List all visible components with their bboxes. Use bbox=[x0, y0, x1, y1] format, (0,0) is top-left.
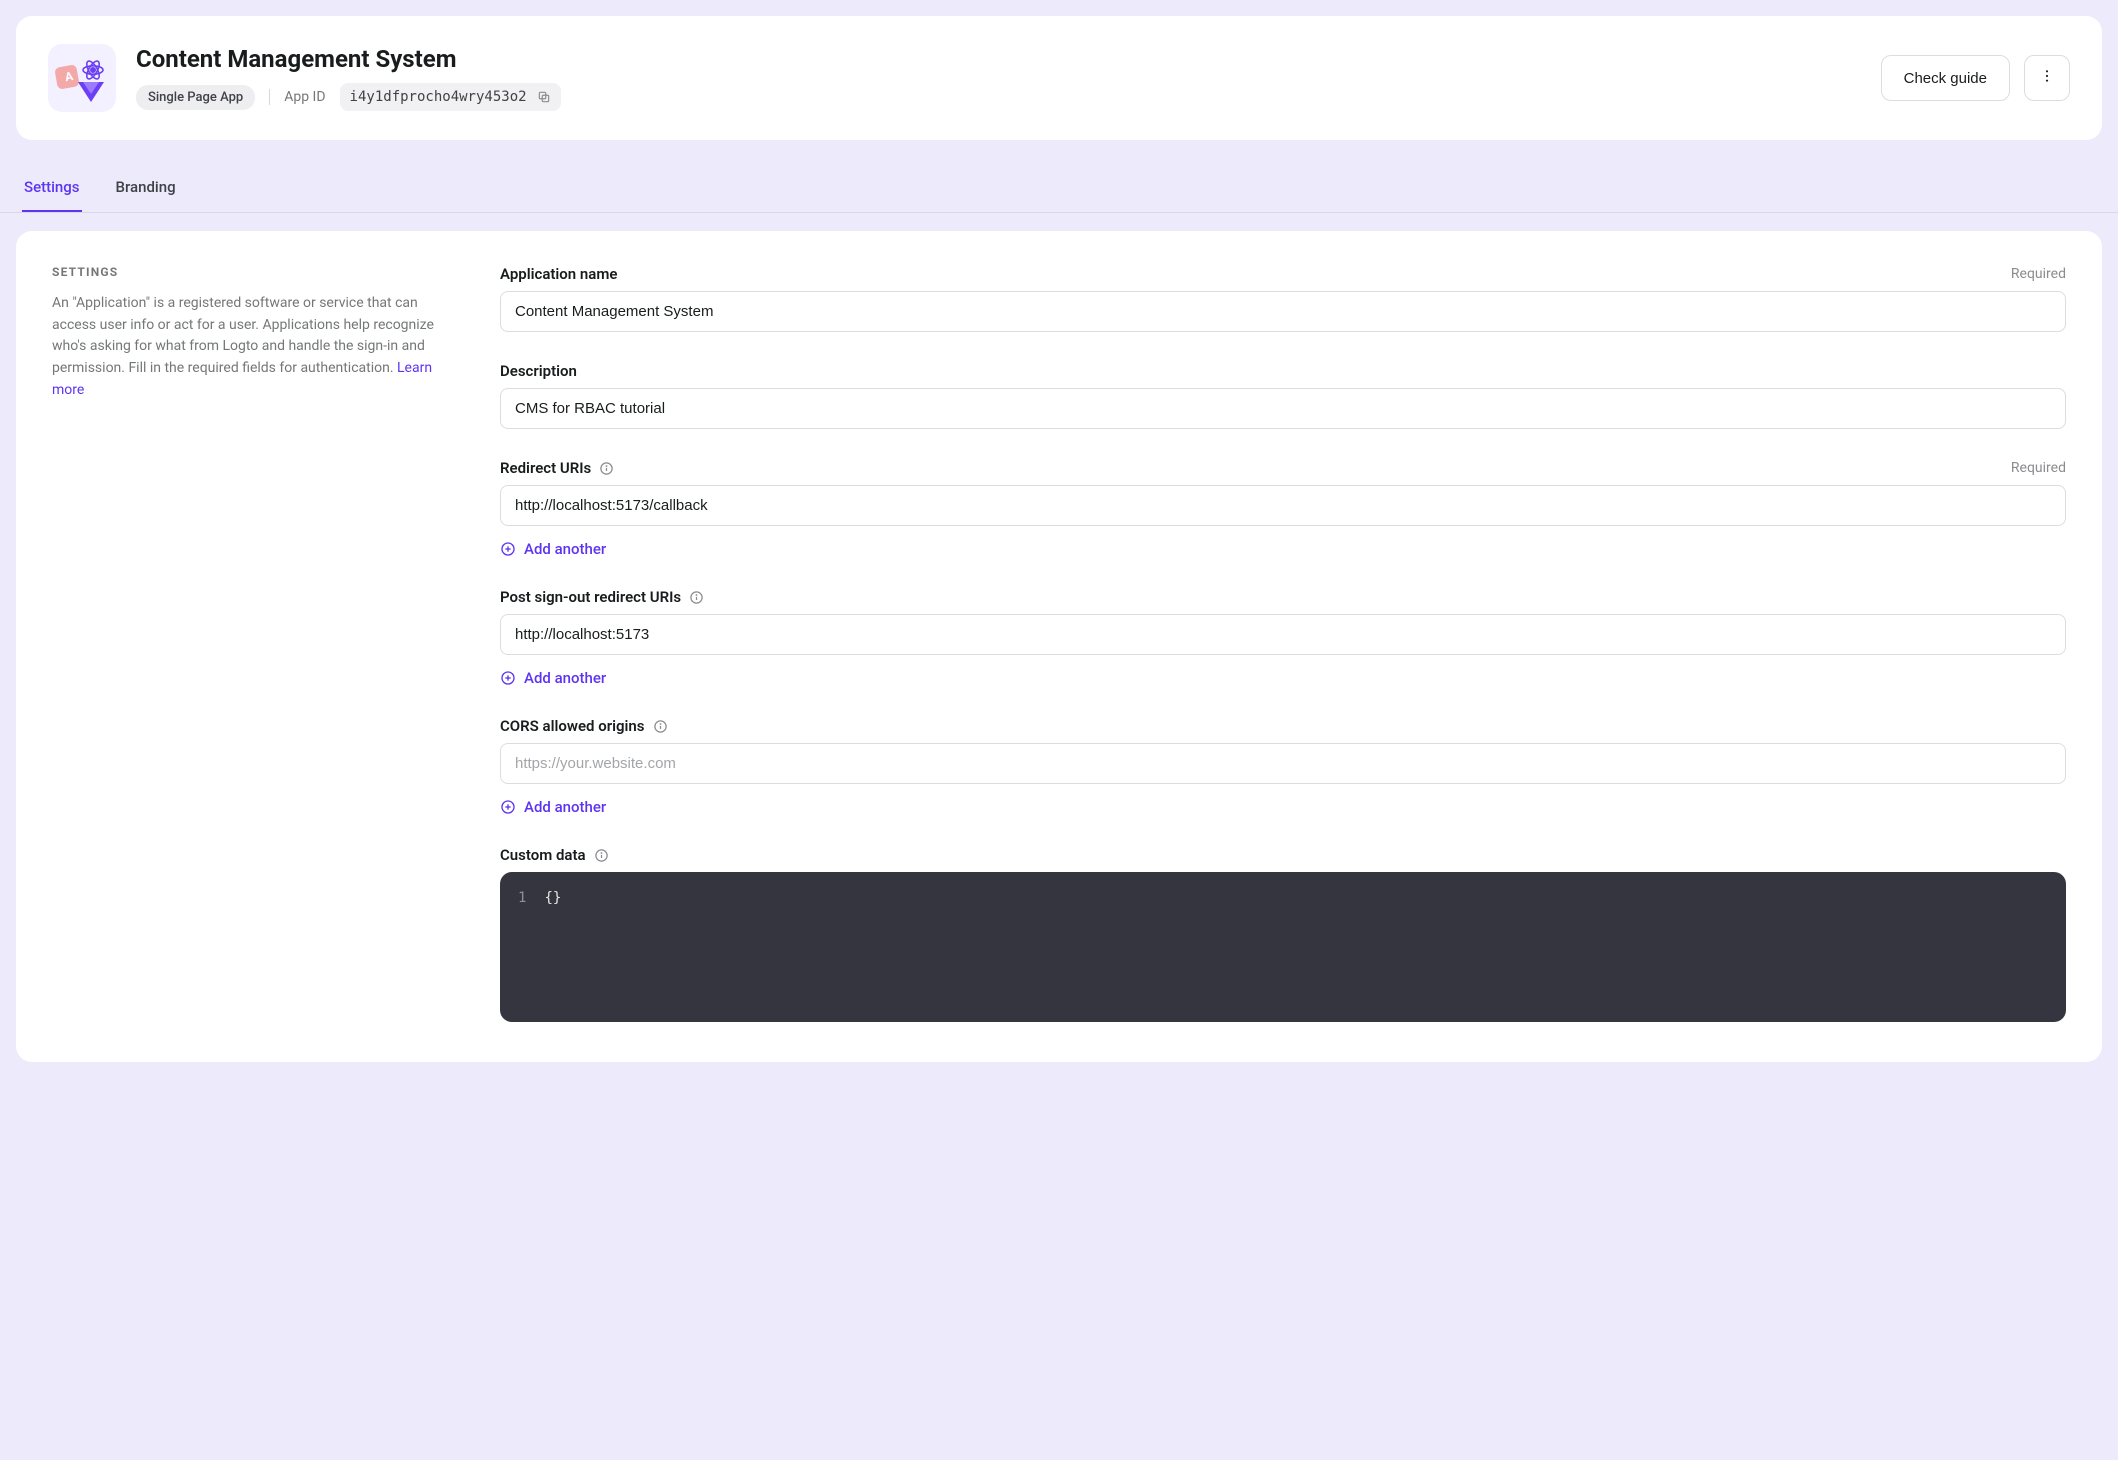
code-content: {} bbox=[544, 890, 561, 1004]
label-redirect: Redirect URIs bbox=[500, 459, 591, 477]
plus-circle-icon bbox=[500, 670, 516, 686]
sidebar-title: SETTINGS bbox=[52, 265, 444, 279]
app-type-pill: Single Page App bbox=[136, 85, 255, 110]
field-post-signout: Post sign-out redirect URIs Add another bbox=[500, 588, 2066, 687]
more-actions-button[interactable] bbox=[2024, 55, 2070, 101]
app-id-value: i4y1dfprocho4wry453o2 bbox=[350, 89, 527, 105]
more-vertical-icon bbox=[2039, 68, 2055, 88]
app-name-input[interactable] bbox=[500, 291, 2066, 332]
required-app-name: Required bbox=[2011, 266, 2066, 282]
header-meta: Single Page App App ID i4y1dfprocho4wry4… bbox=[136, 83, 1861, 111]
page-title: Content Management System bbox=[136, 45, 1861, 73]
plus-circle-icon bbox=[500, 799, 516, 815]
add-redirect-button[interactable]: Add another bbox=[500, 540, 2066, 558]
custom-data-editor[interactable]: 1 {} bbox=[500, 872, 2066, 1022]
copy-icon[interactable] bbox=[537, 90, 551, 104]
info-icon[interactable] bbox=[653, 719, 668, 734]
label-app-name: Application name bbox=[500, 265, 617, 283]
field-app-name: Application name Required bbox=[500, 265, 2066, 332]
description-input[interactable] bbox=[500, 388, 2066, 429]
app-id-label: App ID bbox=[284, 89, 325, 105]
check-guide-button[interactable]: Check guide bbox=[1881, 55, 2010, 101]
field-description: Description bbox=[500, 362, 2066, 429]
plus-circle-icon bbox=[500, 541, 516, 557]
divider bbox=[269, 89, 270, 105]
info-icon[interactable] bbox=[689, 590, 704, 605]
tab-settings[interactable]: Settings bbox=[22, 162, 82, 212]
info-icon[interactable] bbox=[594, 848, 609, 863]
redirect-uri-input[interactable] bbox=[500, 485, 2066, 526]
label-custom-data: Custom data bbox=[500, 846, 586, 864]
app-header: A Content Management System Single Page … bbox=[16, 16, 2102, 140]
settings-form: Application name Required Description Re… bbox=[500, 265, 2066, 1022]
settings-sidebar: SETTINGS An "Application" is a registere… bbox=[52, 265, 444, 1022]
info-icon[interactable] bbox=[599, 461, 614, 476]
add-cors-button[interactable]: Add another bbox=[500, 798, 2066, 816]
app-logo-icon: A bbox=[48, 44, 116, 112]
header-info: Content Management System Single Page Ap… bbox=[136, 45, 1861, 111]
label-description: Description bbox=[500, 362, 577, 380]
post-signout-input[interactable] bbox=[500, 614, 2066, 655]
header-actions: Check guide bbox=[1881, 55, 2070, 101]
app-id-chip[interactable]: i4y1dfprocho4wry453o2 bbox=[340, 83, 561, 111]
field-cors: CORS allowed origins Add another bbox=[500, 717, 2066, 816]
cors-input[interactable] bbox=[500, 743, 2066, 784]
field-redirect-uris: Redirect URIs Required Add another bbox=[500, 459, 2066, 558]
tab-branding[interactable]: Branding bbox=[114, 162, 178, 212]
add-post-signout-button[interactable]: Add another bbox=[500, 669, 2066, 687]
label-cors: CORS allowed origins bbox=[500, 717, 645, 735]
sidebar-description: An "Application" is a registered softwar… bbox=[52, 293, 444, 401]
required-redirect: Required bbox=[2011, 460, 2066, 476]
label-post-signout: Post sign-out redirect URIs bbox=[500, 588, 681, 606]
field-custom-data: Custom data 1 {} bbox=[500, 846, 2066, 1022]
settings-panel: SETTINGS An "Application" is a registere… bbox=[16, 231, 2102, 1062]
code-line-number: 1 bbox=[518, 890, 526, 1004]
tab-bar: Settings Branding bbox=[0, 162, 2118, 213]
